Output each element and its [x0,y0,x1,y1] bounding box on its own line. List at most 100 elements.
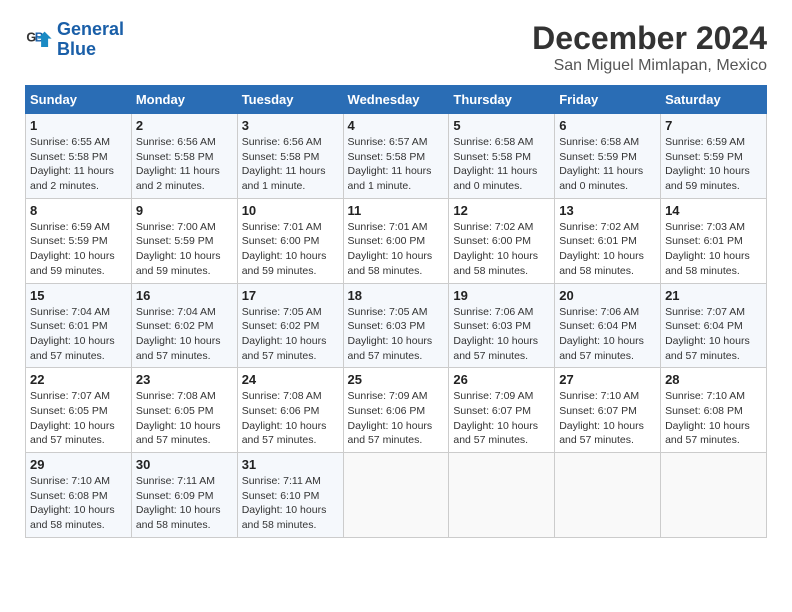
day-number: 19 [453,288,550,303]
day-info: Sunrise: 7:08 AMSunset: 6:05 PMDaylight:… [136,389,233,448]
day-info: Sunrise: 7:06 AMSunset: 6:03 PMDaylight:… [453,305,550,364]
calendar-cell [555,453,661,538]
weekday-header-row: SundayMondayTuesdayWednesdayThursdayFrid… [26,86,767,114]
day-info: Sunrise: 7:11 AMSunset: 6:10 PMDaylight:… [242,474,339,533]
calendar-cell: 30 Sunrise: 7:11 AMSunset: 6:09 PMDayligh… [131,453,237,538]
calendar-cell: 6 Sunrise: 6:58 AMSunset: 5:59 PMDaylight… [555,114,661,199]
day-info: Sunrise: 7:05 AMSunset: 6:02 PMDaylight:… [242,305,339,364]
calendar-week-row: 1 Sunrise: 6:55 AMSunset: 5:58 PMDaylight… [26,114,767,199]
calendar-cell: 29 Sunrise: 7:10 AMSunset: 6:08 PMDayligh… [26,453,132,538]
day-info: Sunrise: 6:56 AMSunset: 5:58 PMDaylight:… [242,135,339,194]
day-number: 6 [559,118,656,133]
day-info: Sunrise: 6:57 AMSunset: 5:58 PMDaylight:… [348,135,445,194]
calendar-cell: 19 Sunrise: 7:06 AMSunset: 6:03 PMDayligh… [449,283,555,368]
calendar-cell: 8 Sunrise: 6:59 AMSunset: 5:59 PMDaylight… [26,198,132,283]
day-info: Sunrise: 7:04 AMSunset: 6:01 PMDaylight:… [30,305,127,364]
calendar-cell: 28Sunrise: 7:10 AMSunset: 6:08 PMDayligh… [661,368,767,453]
calendar-cell [343,453,449,538]
day-number: 5 [453,118,550,133]
logo-icon: G B [25,26,53,54]
day-number: 8 [30,203,127,218]
day-number: 7 [665,118,762,133]
day-number: 28 [665,372,762,387]
day-number: 11 [348,203,445,218]
day-info: Sunrise: 6:56 AMSunset: 5:58 PMDaylight:… [136,135,233,194]
calendar-cell: 13 Sunrise: 7:02 AMSunset: 6:01 PMDayligh… [555,198,661,283]
calendar-cell: 25 Sunrise: 7:09 AMSunset: 6:06 PMDayligh… [343,368,449,453]
calendar-cell: 2Sunrise: 6:56 AMSunset: 5:58 PMDaylight… [131,114,237,199]
calendar-cell: 1 Sunrise: 6:55 AMSunset: 5:58 PMDaylight… [26,114,132,199]
logo-text: GeneralBlue [57,20,124,60]
calendar-cell: 27Sunrise: 7:10 AMSunset: 6:07 PMDayligh… [555,368,661,453]
day-number: 13 [559,203,656,218]
calendar-cell: 18 Sunrise: 7:05 AMSunset: 6:03 PMDayligh… [343,283,449,368]
calendar-cell: 9 Sunrise: 7:00 AMSunset: 5:59 PMDaylight… [131,198,237,283]
day-number: 4 [348,118,445,133]
day-number: 3 [242,118,339,133]
day-info: Sunrise: 7:07 AMSunset: 6:04 PMDaylight:… [665,305,762,364]
day-info: Sunrise: 7:10 AMSunset: 6:08 PMDaylight:… [30,474,127,533]
day-info: Sunrise: 7:02 AMSunset: 6:00 PMDaylight:… [453,220,550,279]
day-info: Sunrise: 6:58 AMSunset: 5:58 PMDaylight:… [453,135,550,194]
weekday-header-sunday: Sunday [26,86,132,114]
weekday-header-thursday: Thursday [449,86,555,114]
day-info: Sunrise: 7:06 AMSunset: 6:04 PMDaylight:… [559,305,656,364]
day-number: 17 [242,288,339,303]
day-info: Sunrise: 7:10 AMSunset: 6:07 PMDaylight:… [559,389,656,448]
calendar-cell: 22 Sunrise: 7:07 AMSunset: 6:05 PMDayligh… [26,368,132,453]
day-info: Sunrise: 7:00 AMSunset: 5:59 PMDaylight:… [136,220,233,279]
calendar-cell: 20Sunrise: 7:06 AMSunset: 6:04 PMDayligh… [555,283,661,368]
day-number: 15 [30,288,127,303]
calendar-cell: 5 Sunrise: 6:58 AMSunset: 5:58 PMDaylight… [449,114,555,199]
day-info: Sunrise: 7:05 AMSunset: 6:03 PMDaylight:… [348,305,445,364]
location-title: San Miguel Mimlapan, Mexico [532,57,767,75]
day-number: 22 [30,372,127,387]
weekday-header-wednesday: Wednesday [343,86,449,114]
day-info: Sunrise: 6:59 AMSunset: 5:59 PMDaylight:… [665,135,762,194]
day-number: 16 [136,288,233,303]
day-info: Sunrise: 7:02 AMSunset: 6:01 PMDaylight:… [559,220,656,279]
weekday-header-saturday: Saturday [661,86,767,114]
day-number: 25 [348,372,445,387]
day-number: 12 [453,203,550,218]
day-info: Sunrise: 7:07 AMSunset: 6:05 PMDaylight:… [30,389,127,448]
day-info: Sunrise: 7:04 AMSunset: 6:02 PMDaylight:… [136,305,233,364]
day-info: Sunrise: 7:11 AMSunset: 6:09 PMDaylight:… [136,474,233,533]
day-info: Sunrise: 6:58 AMSunset: 5:59 PMDaylight:… [559,135,656,194]
calendar-cell: 10Sunrise: 7:01 AMSunset: 6:00 PMDayligh… [237,198,343,283]
day-info: Sunrise: 7:09 AMSunset: 6:07 PMDaylight:… [453,389,550,448]
day-number: 18 [348,288,445,303]
day-number: 1 [30,118,127,133]
day-number: 14 [665,203,762,218]
page-header: G B GeneralBlue December 2024 San Miguel… [25,20,767,75]
calendar-cell [661,453,767,538]
calendar-table: SundayMondayTuesdayWednesdayThursdayFrid… [25,85,767,538]
calendar-cell: 26Sunrise: 7:09 AMSunset: 6:07 PMDayligh… [449,368,555,453]
calendar-cell: 14 Sunrise: 7:03 AMSunset: 6:01 PMDayligh… [661,198,767,283]
calendar-cell: 7 Sunrise: 6:59 AMSunset: 5:59 PMDaylight… [661,114,767,199]
month-title: December 2024 [532,20,767,57]
calendar-week-row: 29 Sunrise: 7:10 AMSunset: 6:08 PMDayligh… [26,453,767,538]
calendar-week-row: 8 Sunrise: 6:59 AMSunset: 5:59 PMDaylight… [26,198,767,283]
day-number: 23 [136,372,233,387]
calendar-cell: 11Sunrise: 7:01 AMSunset: 6:00 PMDayligh… [343,198,449,283]
title-area: December 2024 San Miguel Mimlapan, Mexic… [532,20,767,75]
calendar-cell: 4 Sunrise: 6:57 AMSunset: 5:58 PMDaylight… [343,114,449,199]
day-number: 30 [136,457,233,472]
calendar-cell [449,453,555,538]
calendar-cell: 12 Sunrise: 7:02 AMSunset: 6:00 PMDayligh… [449,198,555,283]
calendar-week-row: 22 Sunrise: 7:07 AMSunset: 6:05 PMDayligh… [26,368,767,453]
calendar-week-row: 15 Sunrise: 7:04 AMSunset: 6:01 PMDayligh… [26,283,767,368]
day-number: 29 [30,457,127,472]
day-number: 9 [136,203,233,218]
calendar-cell: 15 Sunrise: 7:04 AMSunset: 6:01 PMDayligh… [26,283,132,368]
day-info: Sunrise: 6:59 AMSunset: 5:59 PMDaylight:… [30,220,127,279]
weekday-header-monday: Monday [131,86,237,114]
day-number: 10 [242,203,339,218]
day-info: Sunrise: 7:03 AMSunset: 6:01 PMDaylight:… [665,220,762,279]
logo: G B GeneralBlue [25,20,124,60]
calendar-cell: 16 Sunrise: 7:04 AMSunset: 6:02 PMDayligh… [131,283,237,368]
day-number: 24 [242,372,339,387]
day-info: Sunrise: 7:09 AMSunset: 6:06 PMDaylight:… [348,389,445,448]
day-info: Sunrise: 6:55 AMSunset: 5:58 PMDaylight:… [30,135,127,194]
